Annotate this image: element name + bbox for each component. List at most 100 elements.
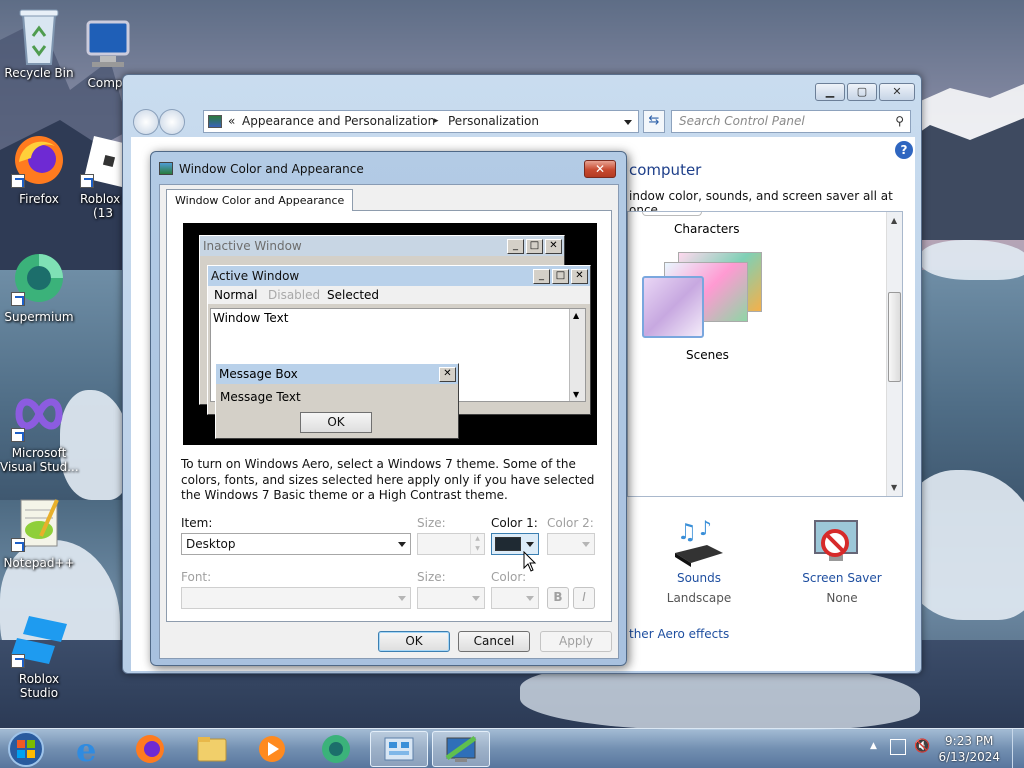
color2-picker[interactable] — [547, 533, 595, 555]
ice-floe — [920, 240, 1024, 280]
theme-label-scenes[interactable]: Scenes — [686, 348, 729, 362]
taskbar-supermium[interactable] — [310, 731, 362, 767]
search-icon[interactable]: ⚲ — [895, 111, 904, 132]
close-icon: ✕ — [571, 269, 588, 284]
breadcrumb-separator[interactable]: ▸ — [434, 111, 439, 132]
tab-window-color[interactable]: Window Color and Appearance — [166, 189, 354, 211]
shortcut-arrow-icon — [11, 174, 25, 188]
screen-saver-icon[interactable] — [811, 517, 861, 567]
desktop-icon-supermium[interactable]: Supermium — [0, 250, 78, 324]
desktop-icon-label: Comp — [87, 76, 123, 90]
desktop-icon-notepad-plus-plus[interactable]: Notepad++ — [0, 496, 78, 570]
personalization-icon — [445, 735, 477, 762]
aero-effects-link[interactable]: ther Aero effects — [629, 627, 729, 641]
theme-label-characters[interactable]: Characters — [674, 222, 740, 236]
desktop-icon-label: Supermium — [4, 310, 74, 324]
show-hidden-icons[interactable]: ▲ — [870, 741, 877, 751]
scroll-up-icon: ▲ — [573, 311, 580, 320]
font-label: Font: — [181, 570, 212, 584]
breadcrumb-chevrons[interactable]: « — [228, 111, 235, 132]
spinner-arrows-icon: ▲ ▼ — [470, 534, 484, 554]
breadcrumb-personalization[interactable]: Personalization — [448, 111, 539, 132]
svg-text:e: e — [76, 731, 96, 767]
font-color-picker[interactable] — [491, 587, 539, 609]
refresh-icon[interactable]: ⇆ — [643, 110, 665, 133]
preview-scrollbar: ▲ ▼ — [569, 309, 585, 401]
navigation-bar: « Appearance and Personalization ▸ Perso… — [131, 107, 915, 135]
color2-label: Color 2: — [547, 516, 594, 530]
scroll-down-icon[interactable]: ▼ — [891, 483, 897, 492]
maximize-icon: □ — [552, 269, 569, 284]
clock-date: 6/13/2024 — [938, 750, 1000, 764]
show-desktop-button[interactable] — [1012, 729, 1024, 768]
computer-icon — [80, 16, 136, 72]
bold-button[interactable]: B — [547, 587, 569, 609]
network-icon[interactable] — [890, 739, 906, 755]
search-placeholder: Search Control Panel — [679, 114, 805, 128]
font-dropdown[interactable] — [181, 587, 411, 609]
theme-list: Characters Scenes ▲ ▼ — [627, 211, 903, 497]
sounds-link[interactable]: Sounds — [659, 571, 739, 585]
maximize-button[interactable]: ▢ — [847, 83, 877, 101]
address-dropdown-icon[interactable] — [624, 120, 632, 125]
theme-thumbnail[interactable] — [642, 212, 702, 216]
item-dropdown[interactable]: Desktop — [181, 533, 411, 555]
desktop-icon-recycle-bin[interactable]: Recycle Bin — [0, 6, 78, 80]
close-icon: ✕ — [545, 239, 562, 254]
theme-scenes-thumbnail[interactable] — [642, 248, 764, 342]
appearance-preview[interactable]: Inactive Window _ □ ✕ Active Window _ □ … — [183, 223, 597, 445]
search-input[interactable]: Search Control Panel ⚲ — [671, 110, 911, 133]
taskbar-explorer[interactable] — [186, 731, 238, 767]
scroll-up-icon[interactable]: ▲ — [891, 216, 897, 225]
tab-panel: Inactive Window _ □ ✕ Active Window _ □ … — [166, 210, 612, 622]
font-size-dropdown[interactable] — [417, 587, 485, 609]
cancel-button[interactable]: Cancel — [458, 631, 530, 652]
font-color-label: Color: — [491, 570, 527, 584]
message-box-ok: OK — [300, 412, 372, 433]
minimize-button[interactable]: ▁ — [815, 83, 845, 101]
forward-button[interactable] — [159, 109, 185, 135]
taskbar-firefox[interactable] — [124, 731, 176, 767]
taskbar-control-panel[interactable] — [370, 731, 428, 767]
dialog-close-button[interactable]: ✕ — [584, 160, 616, 178]
minimize-icon: _ — [507, 239, 524, 254]
chevron-down-icon — [582, 542, 590, 547]
system-clock[interactable]: 9:23 PM 6/13/2024 — [938, 733, 1000, 765]
taskbar-personalization[interactable] — [432, 731, 490, 767]
taskbar-internet-explorer[interactable]: e — [64, 731, 116, 768]
address-bar[interactable]: « Appearance and Personalization ▸ Perso… — [203, 110, 639, 133]
close-button[interactable]: ✕ — [879, 83, 915, 101]
window-text: Window Text — [213, 311, 289, 325]
scrollbar-thumb[interactable] — [888, 292, 901, 382]
desktop-icon-firefox[interactable]: Firefox — [0, 132, 78, 206]
shortcut-arrow-icon — [11, 428, 25, 442]
volume-muted-icon[interactable]: 🔇 — [914, 739, 930, 755]
desktop-icon-roblox-studio[interactable]: Roblox Studio — [0, 612, 78, 700]
minimize-icon: _ — [533, 269, 550, 284]
breadcrumb-appearance[interactable]: Appearance and Personalization — [242, 111, 435, 132]
theme-list-scrollbar[interactable]: ▲ ▼ — [886, 212, 902, 496]
dialog-client-area: Window Color and Appearance Inactive Win… — [159, 184, 619, 659]
sounds-icon[interactable]: ♫ ♪ — [671, 516, 727, 567]
start-button[interactable] — [6, 729, 46, 768]
svg-text:♪: ♪ — [699, 517, 712, 540]
notepad-plus-plus-icon — [11, 496, 67, 552]
roblox-studio-icon — [11, 612, 67, 668]
screen-saver-value: None — [826, 591, 858, 605]
ok-button[interactable]: OK — [378, 631, 450, 652]
size-spinner[interactable]: ▲ ▼ — [417, 533, 485, 555]
desktop-icon-roblox-player[interactable]: Roblox P (13 — [80, 132, 136, 220]
back-button[interactable] — [133, 109, 159, 135]
color1-label: Color 1: — [491, 516, 538, 530]
preview-message-box: Message Box ✕ Message Text OK — [215, 363, 459, 439]
desktop-icon-label: Microsoft Visual Stud... — [0, 446, 79, 474]
apply-button[interactable]: Apply — [540, 631, 612, 652]
size-label: Size: — [417, 516, 446, 530]
screen-saver-link[interactable]: Screen Saver — [797, 571, 887, 585]
desktop-icon-visual-studio[interactable]: Microsoft Visual Stud... — [0, 386, 79, 474]
italic-button[interactable]: I — [573, 587, 595, 609]
chevron-down-icon — [526, 542, 534, 547]
help-icon[interactable]: ? — [895, 141, 913, 159]
font-size-label: Size: — [417, 570, 446, 584]
taskbar-media-player[interactable] — [246, 731, 298, 767]
